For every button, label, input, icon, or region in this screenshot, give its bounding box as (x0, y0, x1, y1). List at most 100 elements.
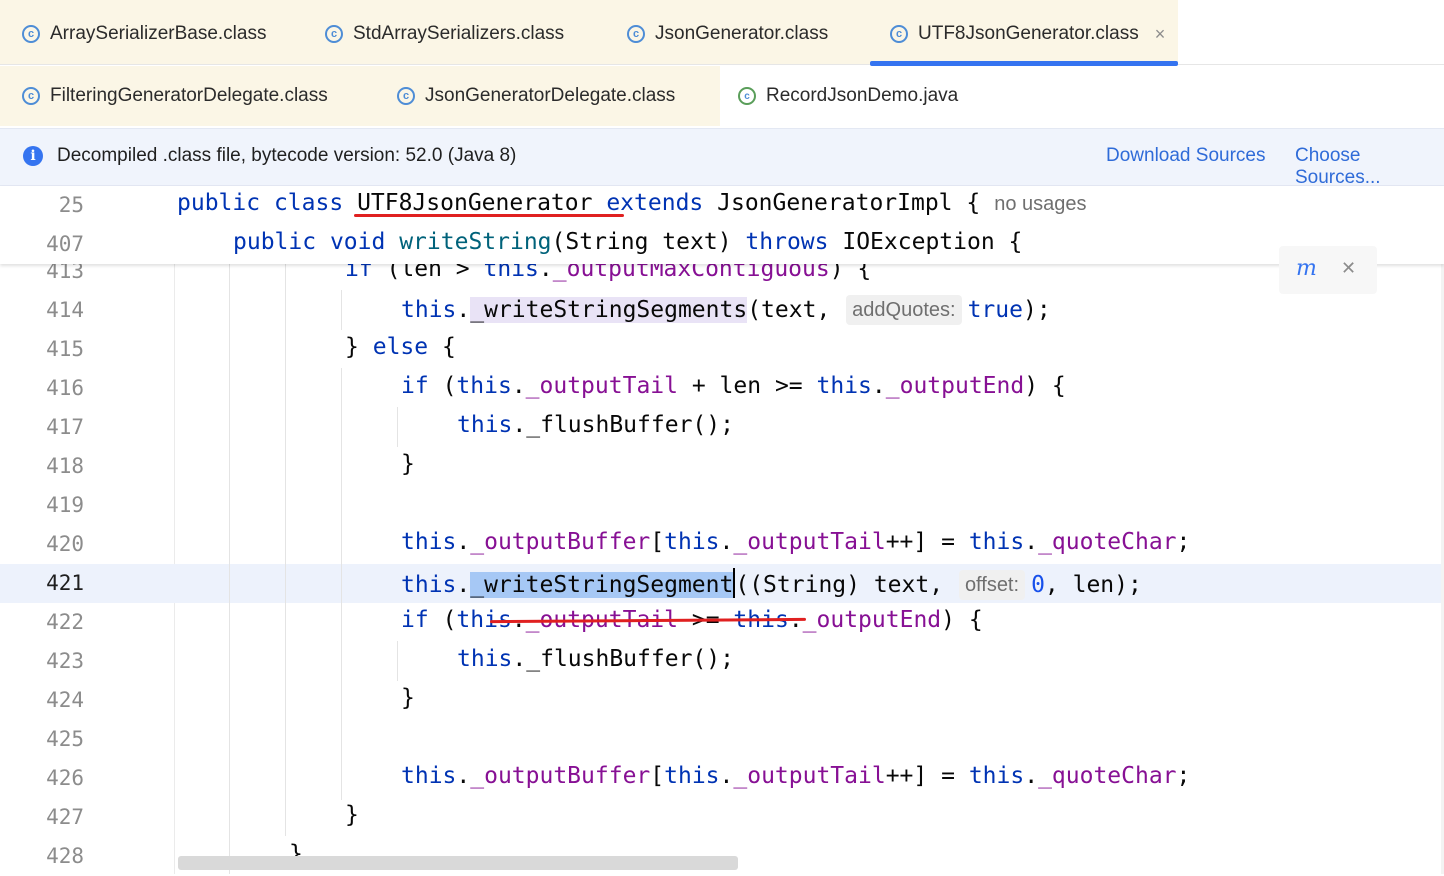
code-line-416[interactable]: 416 if (this._outputTail + len >= this._… (0, 369, 1444, 408)
usages-hint[interactable]: no usages (994, 193, 1086, 215)
keyword: public (233, 229, 317, 255)
code-line-424[interactable]: 424 } (0, 681, 1444, 720)
reader-mode-widget: m ✕ (1279, 246, 1377, 294)
horizontal-scrollbar[interactable] (178, 856, 738, 870)
field-name: _quoteChar (1038, 529, 1177, 555)
code-text: . (1024, 529, 1039, 555)
code-text: (); (692, 646, 734, 672)
keyword: this (401, 297, 457, 323)
superclass-name: JsonGeneratorImpl { (717, 190, 981, 216)
tab-arrayserializerbase[interactable]: c ArraySerializerBase.class (22, 4, 266, 64)
line-number: 417 (46, 415, 84, 439)
code-text: (); (692, 412, 734, 438)
tab-jsongeneratordelegate[interactable]: c JsonGeneratorDelegate.class (397, 66, 675, 126)
java-file-icon: c (738, 87, 756, 105)
code-text: } (401, 451, 415, 477)
tab-filteringgeneratordelegate[interactable]: c FilteringGeneratorDelegate.class (22, 66, 328, 126)
code-line-422[interactable]: 422 if (this._outputTail >= this._output… (0, 603, 1444, 642)
code-text: [ (650, 763, 665, 789)
code-text: . (512, 412, 527, 438)
class-name: UTF8JsonGenerator (357, 190, 593, 216)
editor-tab-bar-row2: c FilteringGeneratorDelegate.class c Jso… (0, 66, 1444, 126)
class-file-icon: c (22, 25, 40, 43)
line-number: 416 (46, 376, 84, 400)
class-file-icon: c (627, 25, 645, 43)
sticky-scope-header: 25 public class UTF8JsonGenerator extend… (0, 186, 1444, 264)
code-text: . (719, 529, 734, 555)
keyword: this (401, 529, 457, 555)
code-line-425[interactable]: 425 (0, 720, 1444, 759)
sticky-line-407[interactable]: 407 public void writeString(String text)… (0, 225, 1444, 264)
keyword: if (401, 607, 429, 633)
keyword: extends (606, 190, 704, 216)
line-number: 427 (46, 805, 84, 829)
code-text: { (441, 334, 456, 360)
tab-recordjsondemo[interactable]: c RecordJsonDemo.java (738, 66, 958, 126)
tab-label: RecordJsonDemo.java (766, 85, 959, 106)
code-text: . (456, 297, 471, 323)
tab-jsongenerator[interactable]: c JsonGenerator.class (627, 4, 828, 64)
code-text: . (456, 529, 471, 555)
code-text: . (871, 373, 886, 399)
field-name: _outputTail (733, 529, 886, 555)
download-sources-link[interactable]: Download Sources (1106, 145, 1265, 167)
code-text: . (511, 373, 526, 399)
code-line-423[interactable]: 423 this._flushBuffer(); (0, 642, 1444, 681)
line-number: 424 (46, 688, 84, 712)
method-call: _writeStringSegments (470, 297, 748, 323)
selected-method-call: _writeStringSegment (470, 572, 734, 598)
close-icon[interactable]: ✕ (1341, 258, 1356, 279)
code-text: } (345, 802, 359, 828)
reader-mode-icon[interactable]: m (1296, 256, 1317, 281)
line-number: 418 (46, 454, 84, 478)
code-line-420[interactable]: 420 this._outputBuffer[this._outputTail+… (0, 525, 1444, 564)
code-text: ) { (1024, 373, 1066, 399)
keyword: this (968, 529, 1025, 555)
code-line-418[interactable]: 418 } (0, 447, 1444, 486)
code-text: ( (442, 607, 457, 633)
line-number: 423 (46, 649, 84, 673)
method-name: writeString (399, 229, 552, 255)
parameter-hint: offset: (958, 570, 1026, 600)
code-text: } (345, 334, 359, 360)
code-line-417[interactable]: 417 this._flushBuffer(); (0, 408, 1444, 447)
keyword: else (372, 334, 429, 360)
class-file-icon: c (397, 87, 415, 105)
code-line-421[interactable]: 421 this._writeStringSegment((String) te… (0, 564, 1444, 603)
keyword: this (457, 646, 513, 672)
keyword: this (664, 763, 720, 789)
keyword: if (401, 373, 429, 399)
code-text: ((String) text, (735, 572, 944, 598)
close-tab-icon[interactable]: × (1155, 24, 1166, 45)
tab-label: FilteringGeneratorDelegate.class (50, 85, 328, 106)
field-name: _outputEnd (802, 607, 942, 633)
code-text: (text, (747, 297, 831, 323)
decompiled-info-banner: i Decompiled .class file, bytecode versi… (0, 128, 1444, 189)
class-file-icon: c (22, 87, 40, 105)
field-name: _outputEnd (885, 373, 1025, 399)
code-text: . (1024, 763, 1039, 789)
line-number: 407 (46, 232, 84, 256)
line-number: 419 (46, 493, 84, 517)
code-text: + len >= (691, 373, 803, 399)
tab-utf8jsongenerator[interactable]: c UTF8JsonGenerator.class × (870, 4, 1178, 66)
code-text: ++] = (885, 529, 955, 555)
code-line-419[interactable]: 419 (0, 486, 1444, 525)
code-text: ) { (941, 607, 983, 633)
line-number: 425 (46, 727, 84, 751)
line-number: 415 (46, 337, 84, 361)
sticky-line-25[interactable]: 25 public class UTF8JsonGenerator extend… (0, 186, 1444, 225)
keyword: this (456, 373, 512, 399)
editor-tab-bar-row1: c ArraySerializerBase.class c StdArraySe… (0, 0, 1444, 66)
code-line-414[interactable]: 414 this._writeStringSegments(text, addQ… (0, 291, 1444, 330)
code-line-415[interactable]: 415 } else { (0, 330, 1444, 369)
keyword: throws (745, 229, 829, 255)
choose-sources-link[interactable]: Choose Sources... (1295, 145, 1444, 189)
code-text: . (456, 572, 471, 598)
code-line-427[interactable]: 427 } (0, 798, 1444, 837)
keyword: void (329, 229, 386, 255)
tab-stdarrayserializers[interactable]: c StdArraySerializers.class (325, 4, 564, 64)
code-line-426[interactable]: 426 this._outputBuffer[this._outputTail+… (0, 759, 1444, 798)
parameters: (String text) (551, 229, 732, 255)
field-name: _outputTail (525, 373, 678, 399)
